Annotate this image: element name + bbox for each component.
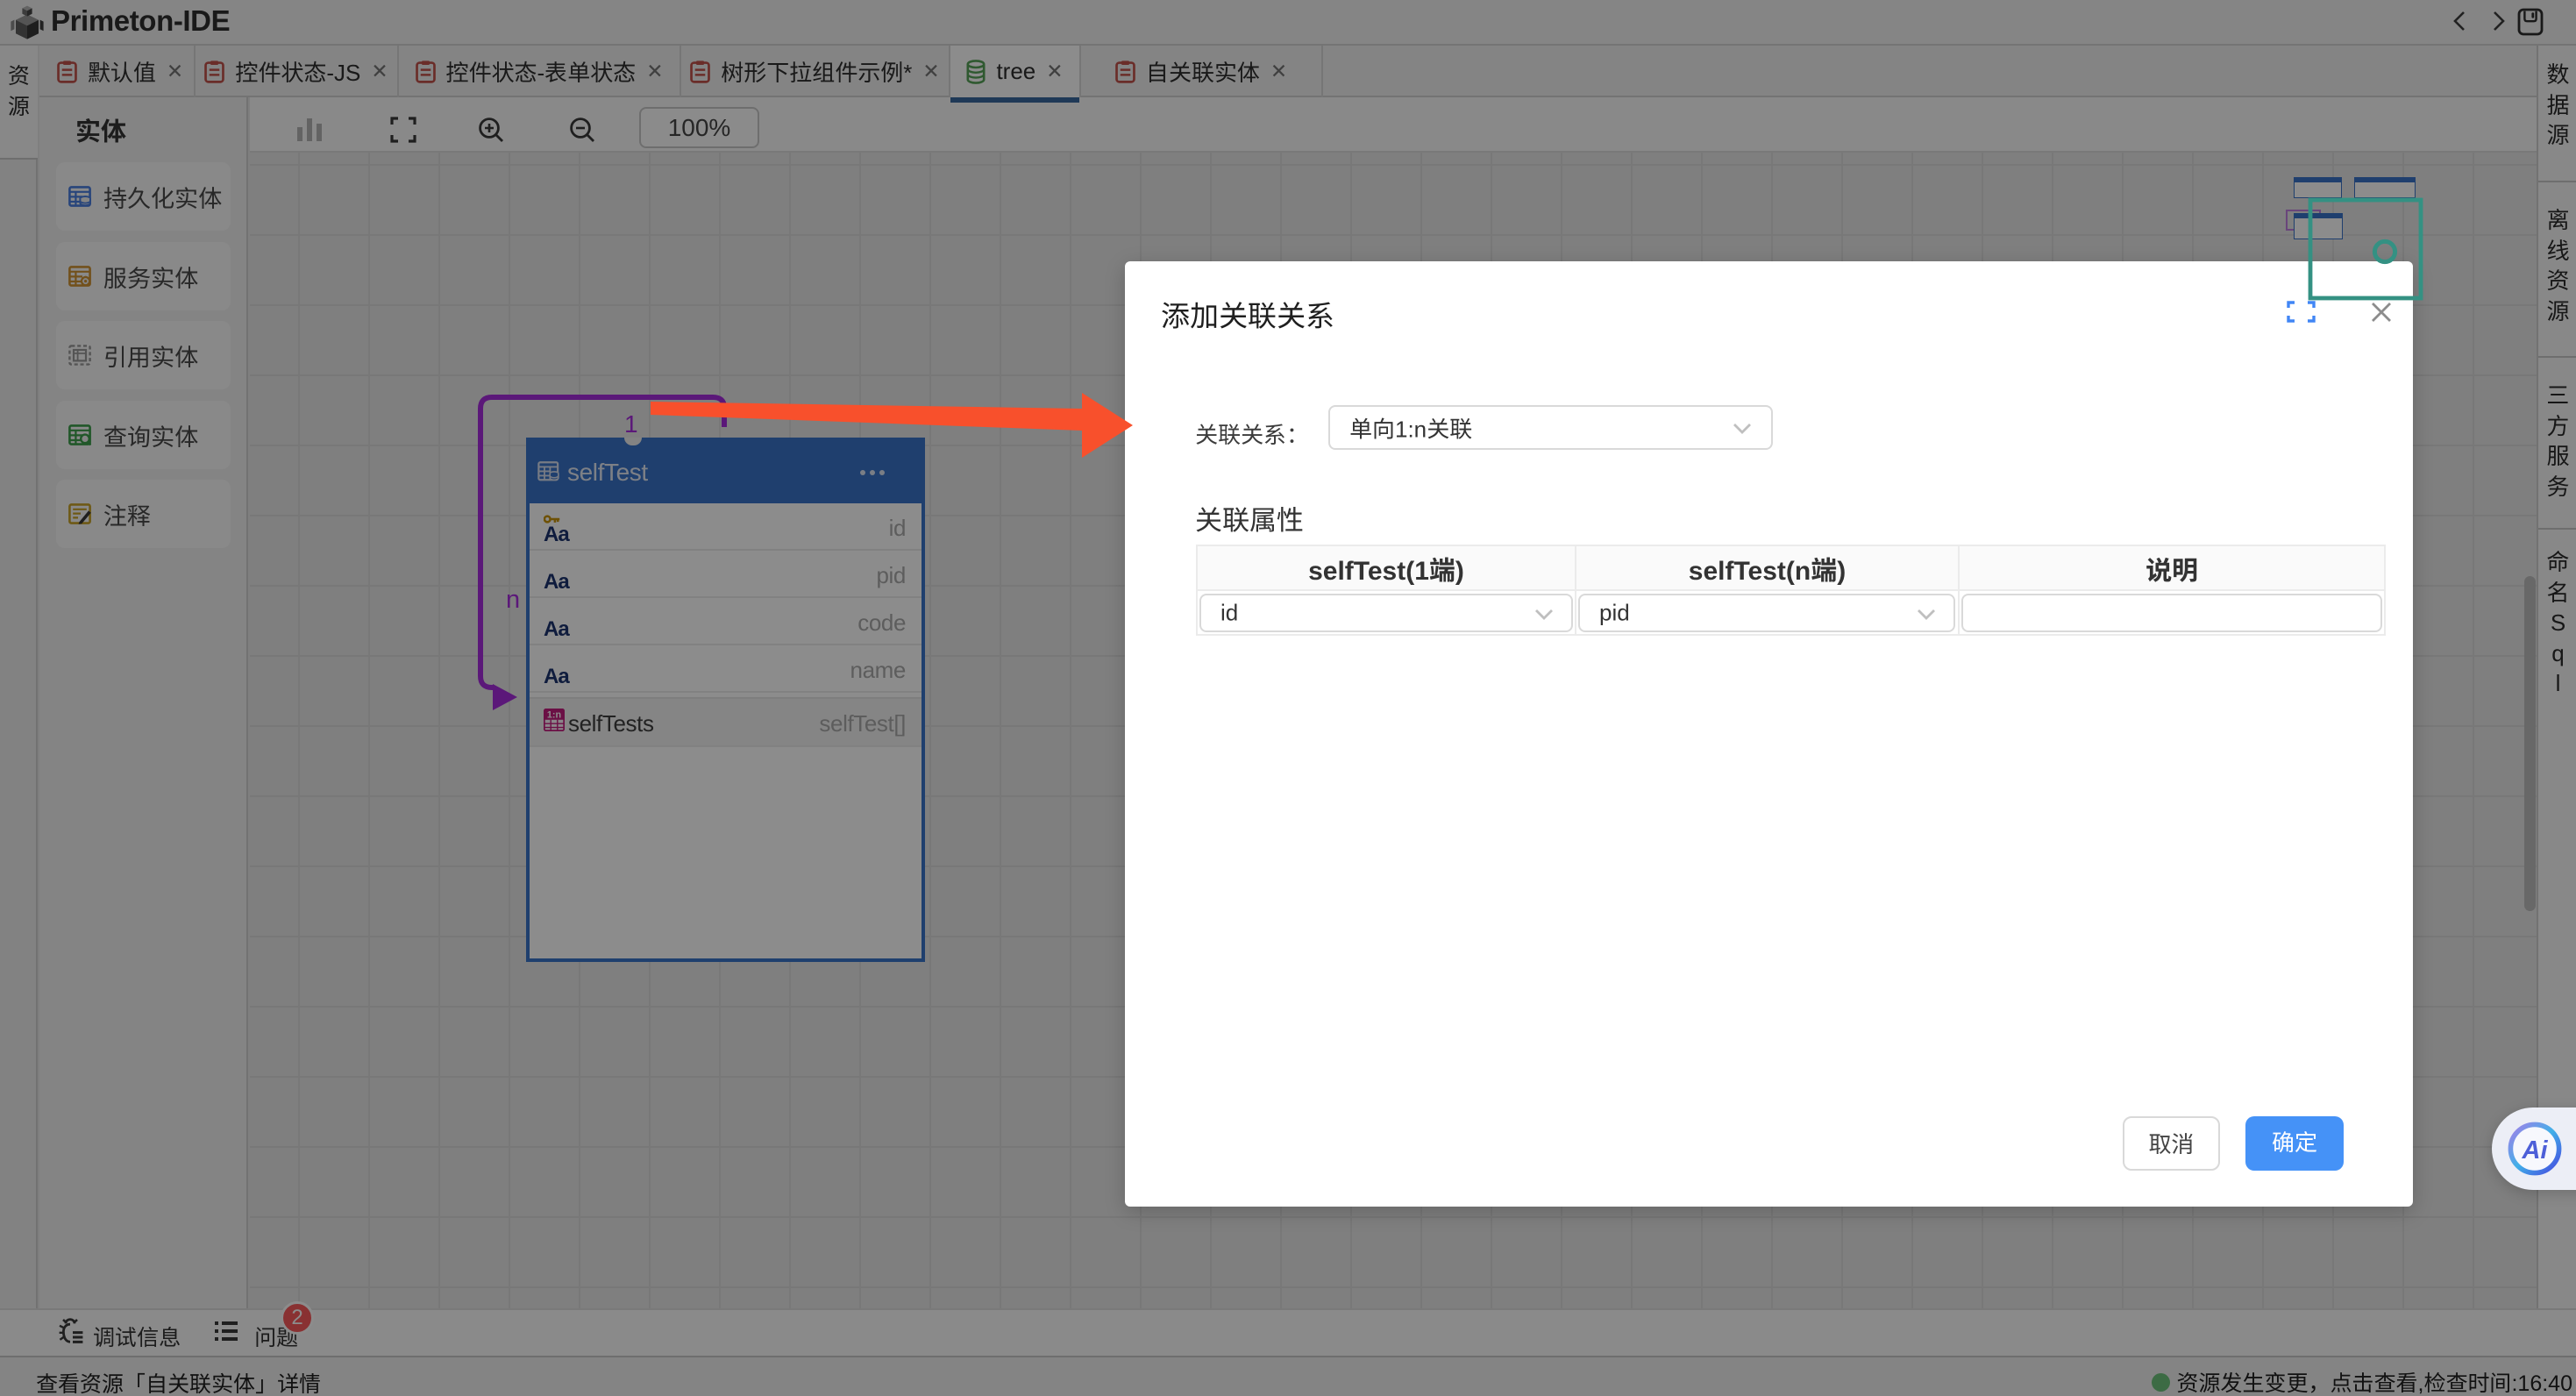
svg-text:Ai: Ai [2522,1136,2549,1165]
